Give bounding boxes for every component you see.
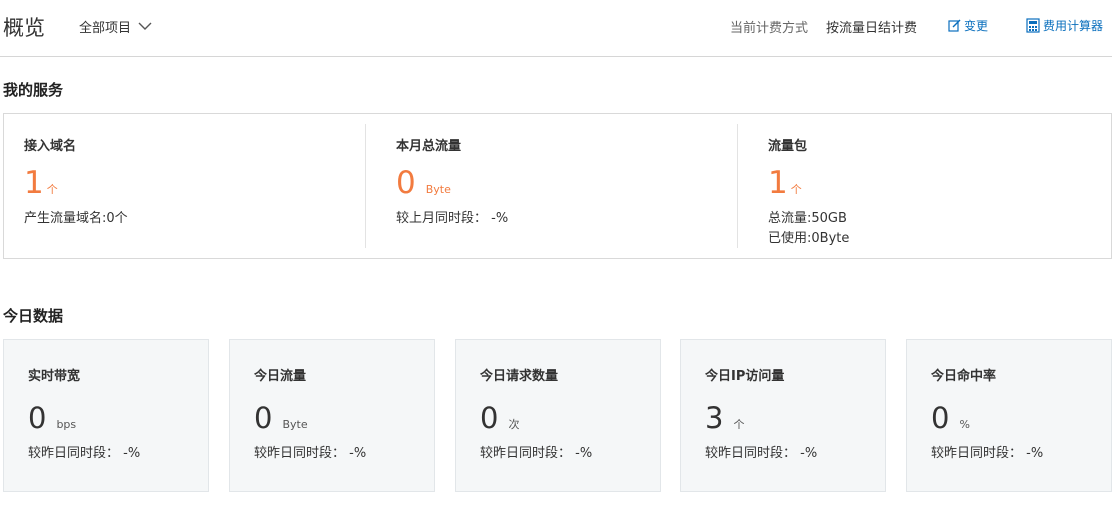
service-traffic-package: 流量包 1个 总流量:50GB 已使用:0Byte — [748, 114, 1118, 258]
card-value: 3个 — [705, 401, 745, 435]
today-card-requests: 今日请求数量 0次 较昨日同时段： -% — [455, 339, 661, 492]
service-title: 接入域名 — [24, 139, 77, 154]
project-select-label: 全部项目 — [79, 20, 132, 36]
divider — [737, 124, 738, 248]
service-value: 0 Byte — [396, 165, 451, 201]
page-title: 概览 — [3, 16, 45, 40]
divider — [365, 124, 366, 248]
calculator-icon — [1026, 18, 1040, 33]
calculator-link-label: 费用计算器 — [1043, 19, 1104, 33]
cost-calculator-link[interactable]: 费用计算器 — [1026, 17, 1103, 34]
today-card-hit-rate: 今日命中率 0% 较昨日同时段： -% — [906, 339, 1112, 492]
card-value: 0 Byte — [254, 401, 308, 435]
card-title: 今日请求数量 — [480, 369, 559, 384]
card-unit: 次 — [508, 418, 520, 431]
card-unit: bps — [56, 418, 77, 431]
service-detail: 产生流量域名:0个 — [24, 211, 128, 226]
card-compare: 较昨日同时段： -% — [28, 446, 141, 461]
card-title: 今日流量 — [254, 369, 307, 384]
edit-icon — [948, 19, 961, 32]
service-monthly-traffic: 本月总流量 0 Byte 较上月同时段： -% — [376, 114, 747, 258]
service-unit: 个 — [790, 183, 802, 196]
service-title: 本月总流量 — [396, 139, 462, 154]
project-select[interactable]: 全部项目 — [79, 16, 152, 36]
service-unit: Byte — [425, 183, 451, 196]
card-unit: Byte — [282, 418, 308, 431]
services-section-title: 我的服务 — [3, 81, 64, 99]
change-billing-link[interactable]: 变更 — [948, 17, 988, 34]
service-value: 1个 — [768, 165, 802, 201]
today-card-traffic: 今日流量 0 Byte 较昨日同时段： -% — [229, 339, 435, 492]
card-compare: 较昨日同时段： -% — [931, 446, 1044, 461]
today-card-bandwidth: 实时带宽 0 bps 较昨日同时段： -% — [3, 339, 209, 492]
card-compare: 较昨日同时段： -% — [480, 446, 593, 461]
card-value: 0 bps — [28, 401, 77, 435]
card-compare: 较昨日同时段： -% — [705, 446, 818, 461]
service-value: 1个 — [24, 165, 58, 201]
service-unit: 个 — [46, 183, 58, 196]
card-value: 0% — [931, 401, 970, 435]
billing-label: 当前计费方式 — [730, 21, 809, 36]
page-header: 概览 全部项目 当前计费方式 按流量日结计费 变更 费用计算器 — [0, 0, 1112, 57]
service-title: 流量包 — [768, 139, 808, 154]
service-detail: 总流量:50GB — [768, 211, 847, 226]
change-link-label: 变更 — [964, 19, 989, 33]
today-card-ip-visits: 今日IP访问量 3个 较昨日同时段： -% — [680, 339, 886, 492]
chevron-down-icon — [138, 22, 152, 30]
card-title: 今日命中率 — [931, 369, 997, 384]
card-value: 0次 — [480, 401, 520, 435]
billing-value: 按流量日结计费 — [826, 21, 918, 36]
service-domains: 接入域名 1个 产生流量域名:0个 — [4, 114, 375, 258]
card-compare: 较昨日同时段： -% — [254, 446, 367, 461]
card-title: 今日IP访问量 — [705, 369, 785, 384]
card-unit: % — [959, 418, 970, 431]
today-section-title: 今日数据 — [3, 307, 64, 325]
card-title: 实时带宽 — [28, 369, 81, 384]
service-detail: 已使用:0Byte — [768, 231, 850, 246]
service-detail: 较上月同时段： -% — [396, 211, 509, 226]
services-panel: 接入域名 1个 产生流量域名:0个 本月总流量 0 Byte 较上月同时段： -%… — [3, 113, 1112, 259]
card-unit: 个 — [733, 418, 745, 431]
